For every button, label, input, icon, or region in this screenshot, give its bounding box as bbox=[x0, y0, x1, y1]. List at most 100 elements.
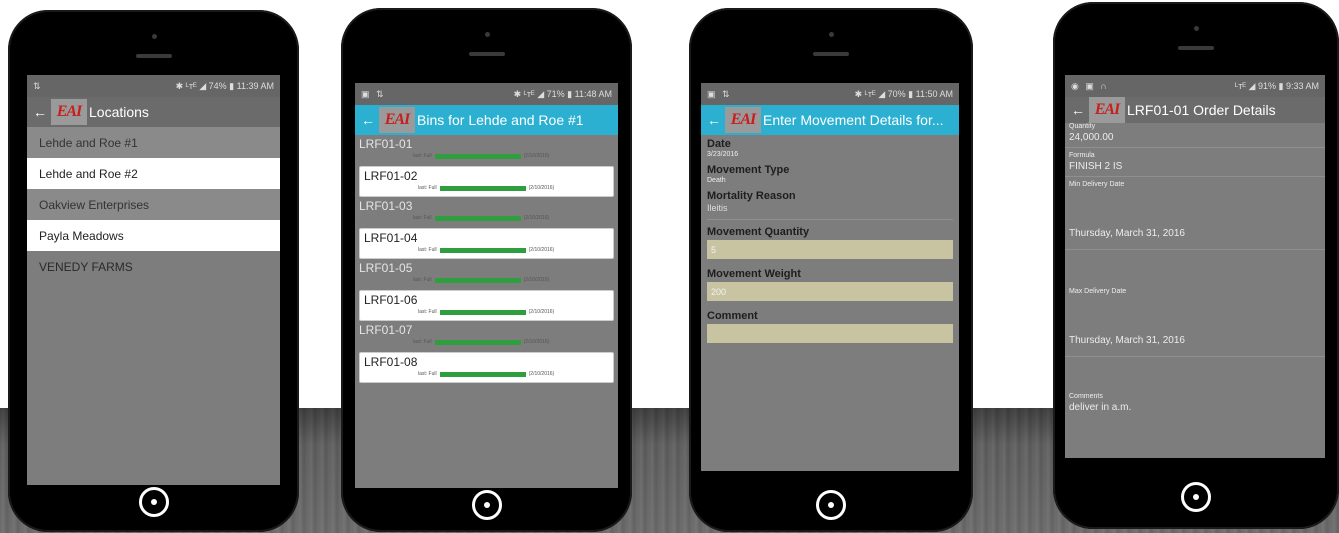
phone-movement: ▣ ⇅ ✱ ᴸᴛᴱ ◢ 70% ▮ 11:50 AM ← EAI Enter M… bbox=[689, 8, 973, 532]
bin-level-bar bbox=[434, 153, 521, 159]
app-bar: ← EAI Locations bbox=[27, 97, 280, 127]
bin-status: last: Full bbox=[413, 339, 432, 345]
bin-status: last: Full bbox=[418, 247, 437, 253]
bin-row[interactable]: LRF01-01 last: Full (2/10/2016) bbox=[355, 135, 618, 166]
battery-icon: ▮ bbox=[567, 88, 573, 99]
mortality-reason-value[interactable]: Ileitis bbox=[707, 202, 953, 220]
bin-row[interactable]: LRF01-05 last: Full (2/10/2016) bbox=[355, 259, 618, 290]
bin-level-bar bbox=[439, 247, 526, 253]
location-item[interactable]: Lehde and Roe #1 bbox=[27, 127, 280, 158]
bin-level-bar bbox=[439, 371, 526, 377]
bin-date: (2/10/2016) bbox=[528, 309, 555, 315]
status-left-icons: ◉ ▣ ∩ bbox=[1071, 80, 1109, 91]
bin-status-row: last: Full (2/10/2016) bbox=[418, 185, 554, 191]
bin-status-row: last: Full (2/10/2016) bbox=[418, 309, 554, 315]
status-bar: ▣ ⇅ ✱ ᴸᴛᴱ ◢ 70% ▮ 11:50 AM bbox=[701, 83, 959, 105]
bin-status: last: Full bbox=[413, 277, 432, 283]
bin-row[interactable]: LRF01-02 last: Full (2/10/2016) bbox=[359, 166, 614, 197]
movement-type-label: Movement Type bbox=[707, 164, 790, 176]
bin-level-bar bbox=[434, 277, 521, 283]
battery-icon: ▮ bbox=[1278, 80, 1284, 91]
bin-code: LRF01-02 bbox=[364, 169, 418, 183]
bin-row[interactable]: LRF01-03 last: Full (2/10/2016) bbox=[355, 197, 618, 228]
location-item[interactable]: Lehde and Roe #2 bbox=[27, 158, 280, 189]
bin-row[interactable]: LRF01-04 last: Full (2/10/2016) bbox=[359, 228, 614, 259]
signal-icons: ᴸᴛᴱ ◢ bbox=[1235, 80, 1256, 91]
comment-label: Comment bbox=[707, 310, 758, 322]
home-button[interactable] bbox=[816, 490, 846, 520]
back-arrow-icon[interactable]: ← bbox=[1071, 102, 1089, 118]
battery-icon: ▮ bbox=[229, 80, 235, 91]
screen: ▣ ⇅ ✱ ᴸᴛᴱ ◢ 70% ▮ 11:50 AM ← EAI Enter M… bbox=[701, 83, 959, 471]
status-bar: ▣ ⇅ ✱ ᴸᴛᴱ ◢ 71% ▮ 11:48 AM bbox=[355, 83, 618, 105]
bin-code: LRF01-03 bbox=[359, 199, 413, 213]
battery-percent: 91% bbox=[1257, 80, 1276, 91]
movement-weight-input[interactable]: 200 bbox=[707, 282, 953, 301]
max-delivery-label: Max Delivery Date bbox=[1069, 288, 1127, 295]
location-item[interactable]: Oakview Enterprises bbox=[27, 189, 280, 220]
bin-status-row: last: Full (2/10/2016) bbox=[418, 371, 554, 377]
home-button[interactable] bbox=[138, 487, 169, 517]
bin-row[interactable]: LRF01-06 last: Full (2/10/2016) bbox=[359, 290, 614, 321]
speaker-grille bbox=[135, 54, 172, 58]
back-arrow-icon[interactable]: ← bbox=[361, 112, 379, 128]
screen: ⇅ ✱ ᴸᴛᴱ ◢ 74% ▮ 11:39 AM ← EAI Locations… bbox=[27, 75, 280, 485]
bin-date: (2/10/2016) bbox=[528, 185, 555, 191]
battery-percent: 71% bbox=[546, 88, 565, 99]
bin-row[interactable]: LRF01-08 last: Full (2/10/2016) bbox=[359, 352, 614, 383]
status-left-icons: ▣ ⇅ bbox=[707, 88, 732, 99]
bin-date: (2/10/2016) bbox=[523, 339, 550, 345]
bin-code: LRF01-04 bbox=[364, 231, 418, 245]
bin-date: (2/10/2016) bbox=[523, 153, 550, 159]
clock: 11:50 AM bbox=[915, 88, 953, 99]
bin-date: (2/10/2016) bbox=[523, 277, 550, 283]
signal-icons: ✱ ᴸᴛᴱ ◢ bbox=[854, 88, 886, 99]
location-item[interactable]: Payla Meadows bbox=[27, 220, 280, 251]
app-bar: ← EAI LRF01-01 Order Details bbox=[1065, 97, 1325, 123]
bin-code: LRF01-05 bbox=[359, 261, 413, 275]
min-delivery-value[interactable]: Thursday, March 31, 2016 bbox=[1065, 188, 1325, 250]
bin-code: LRF01-07 bbox=[359, 323, 413, 337]
app-bar: ← EAI Bins for Lehde and Roe #1 bbox=[355, 105, 618, 135]
back-arrow-icon[interactable]: ← bbox=[707, 112, 725, 128]
bin-status-row: last: Full (2/10/2016) bbox=[413, 215, 549, 221]
movement-weight-label: Movement Weight bbox=[707, 268, 801, 280]
page-title: Locations bbox=[89, 104, 149, 120]
bin-status-row: last: Full (2/10/2016) bbox=[413, 339, 549, 345]
home-button[interactable] bbox=[1181, 482, 1211, 512]
eai-logo: EAI bbox=[725, 107, 761, 133]
quantity-label: Quantity bbox=[1069, 123, 1096, 130]
bin-date: (2/10/2016) bbox=[528, 247, 555, 253]
speaker-grille bbox=[1178, 46, 1214, 50]
movement-form: Date 3/23/2016 Movement Type Death Morta… bbox=[701, 135, 959, 343]
movement-quantity-input[interactable]: 5 bbox=[707, 240, 953, 259]
date-label: Date bbox=[707, 138, 731, 150]
clock: 9:33 AM bbox=[1285, 80, 1319, 91]
battery-percent: 74% bbox=[208, 80, 227, 91]
bin-status: last: Full bbox=[413, 215, 432, 221]
page-title: Enter Movement Details for... bbox=[763, 112, 944, 128]
bin-date: (2/10/2016) bbox=[523, 215, 550, 221]
bin-row[interactable]: LRF01-07 last: Full (2/10/2016) bbox=[355, 321, 618, 352]
location-item[interactable]: VENEDY FARMS bbox=[27, 251, 280, 282]
battery-icon: ▮ bbox=[908, 88, 914, 99]
date-value[interactable]: 3/23/2016 bbox=[701, 150, 959, 161]
bin-level-bar bbox=[439, 309, 526, 315]
clock: 11:39 AM bbox=[236, 80, 274, 91]
comment-input[interactable] bbox=[707, 324, 953, 343]
formula-value: FINISH 2 IS bbox=[1065, 159, 1325, 177]
signal-icons: ✱ ᴸᴛᴱ ◢ bbox=[513, 88, 545, 99]
movement-type-value[interactable]: Death bbox=[701, 176, 959, 187]
status-bar: ◉ ▣ ∩ ᴸᴛᴱ ◢ 91% ▮ 9:33 AM bbox=[1065, 75, 1325, 97]
camera-dot bbox=[829, 32, 834, 37]
location-list: Lehde and Roe #1 Lehde and Roe #2 Oakview … bbox=[27, 127, 280, 282]
max-delivery-value[interactable]: Thursday, March 31, 2016 bbox=[1065, 295, 1325, 357]
back-arrow-icon[interactable]: ← bbox=[33, 104, 51, 120]
bin-status: last: Full bbox=[413, 153, 432, 159]
bin-status-row: last: Full (2/10/2016) bbox=[413, 277, 549, 283]
home-button[interactable] bbox=[471, 490, 502, 520]
bin-code: LRF01-08 bbox=[364, 355, 418, 369]
phone-order-details: ◉ ▣ ∩ ᴸᴛᴱ ◢ 91% ▮ 9:33 AM ← EAI LRF01-01… bbox=[1053, 2, 1339, 529]
status-bar: ⇅ ✱ ᴸᴛᴱ ◢ 74% ▮ 11:39 AM bbox=[27, 75, 280, 97]
camera-dot bbox=[484, 32, 490, 37]
